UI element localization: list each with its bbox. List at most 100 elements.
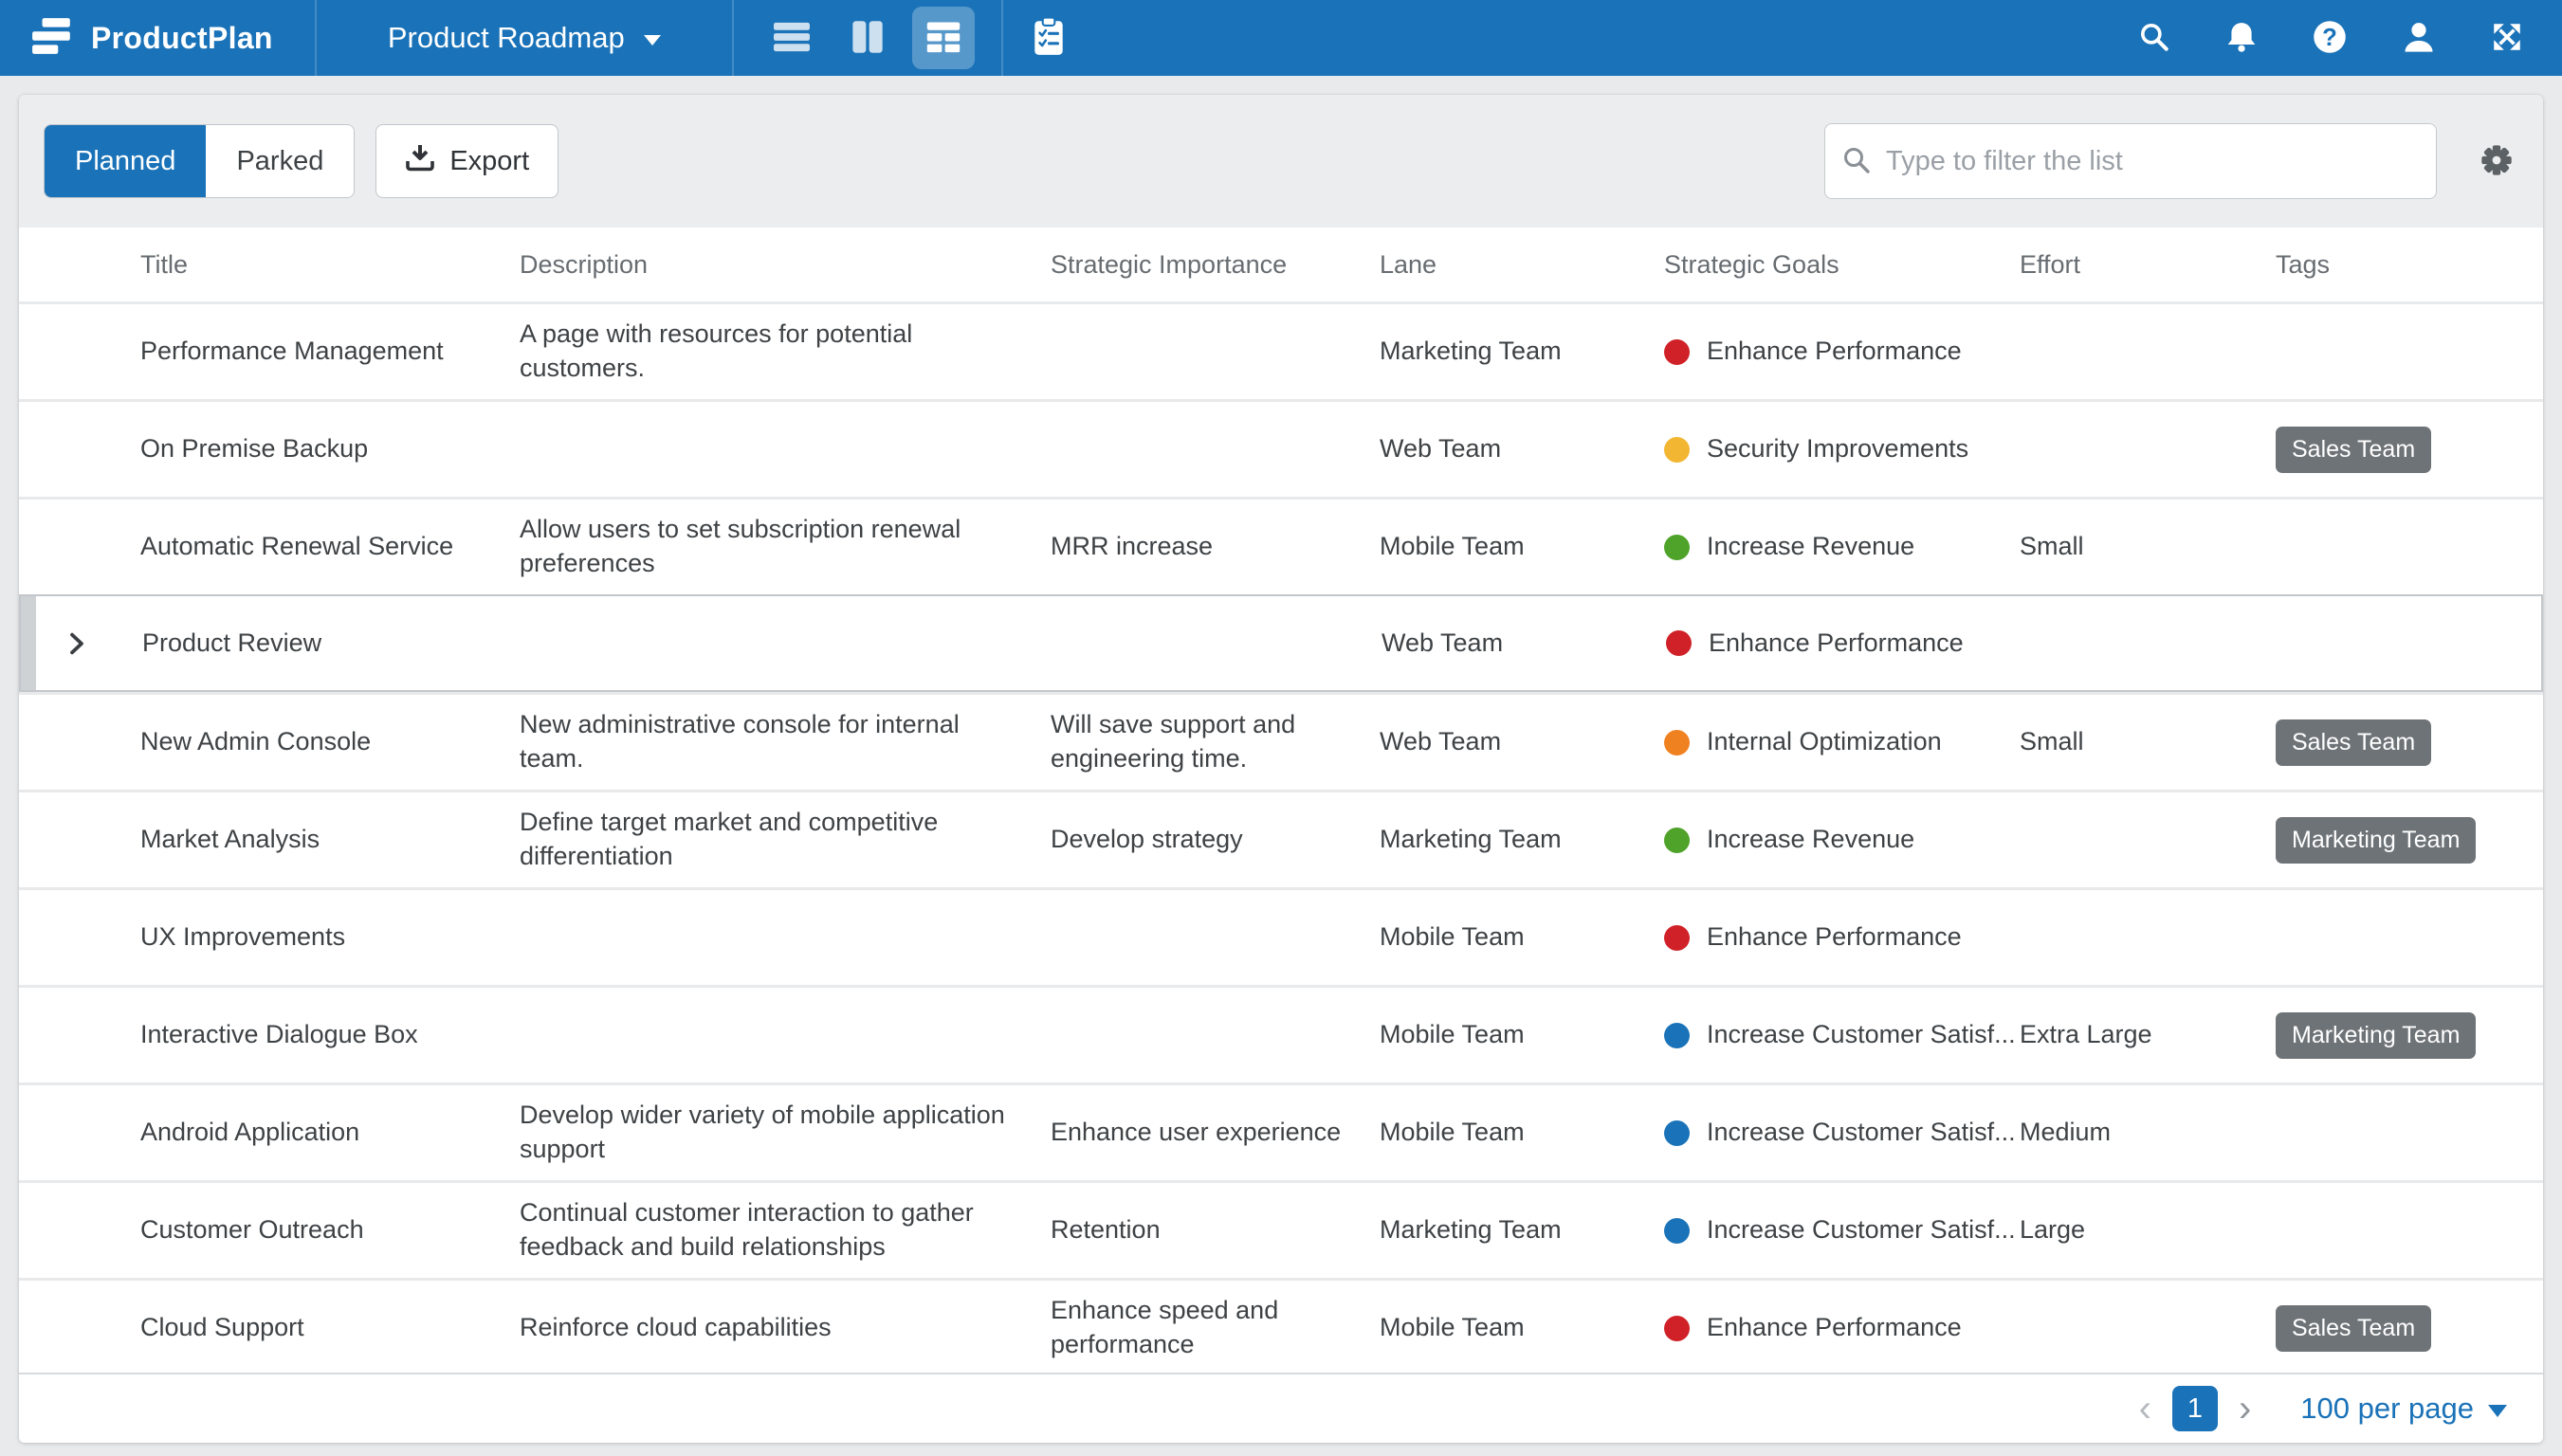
row-tags: Sales Team — [2276, 719, 2543, 766]
column-header-strategic-importance[interactable]: Strategic Importance — [1051, 250, 1380, 280]
goal-color-dot — [1664, 339, 1690, 365]
table-row[interactable]: New Admin Console New administrative con… — [19, 692, 2543, 790]
table-footer: ‹ 1 › 100 per page — [19, 1373, 2543, 1443]
row-strategic-goal: Security Improvements — [1664, 432, 2020, 466]
table-row[interactable]: Market Analysis Define target market and… — [19, 790, 2543, 887]
goal-color-dot — [1664, 437, 1690, 463]
column-header-tags[interactable]: Tags — [2276, 250, 2543, 280]
row-strategic-importance: Retention — [1051, 1213, 1380, 1247]
tag-badge: Marketing Team — [2276, 817, 2476, 864]
column-header-strategic-goals[interactable]: Strategic Goals — [1664, 250, 2020, 280]
row-title: Customer Outreach — [140, 1213, 520, 1247]
row-title: Market Analysis — [140, 823, 520, 857]
table-header: Title Description Strategic Importance L… — [19, 228, 2543, 301]
goal-color-dot — [1664, 1218, 1690, 1244]
goal-label: Increase Customer Satisf... — [1707, 1018, 2016, 1052]
goal-label: Increase Customer Satisf... — [1707, 1213, 2016, 1247]
export-label: Export — [449, 146, 529, 177]
table-body: Performance Management A page with resou… — [19, 301, 2543, 1373]
goal-label: Enhance Performance — [1709, 627, 1964, 661]
notifications-button[interactable] — [2224, 20, 2259, 57]
table-row[interactable]: Android Application Develop wider variet… — [19, 1083, 2543, 1180]
table-row[interactable]: Automatic Renewal Service Allow users to… — [19, 497, 2543, 594]
row-tags: Sales Team — [2276, 427, 2543, 473]
planning-board-button[interactable] — [1032, 17, 1066, 60]
row-effort: Small — [2020, 530, 2276, 564]
search-icon — [2137, 20, 2171, 57]
row-lane: Mobile Team — [1380, 1311, 1664, 1345]
goal-label: Enhance Performance — [1707, 920, 1962, 955]
row-description: A page with resources for potential cust… — [520, 318, 1051, 385]
row-lane: Marketing Team — [1380, 823, 1664, 857]
row-lane: Mobile Team — [1380, 920, 1664, 955]
roadmap-selector[interactable]: Product Roadmap — [317, 0, 732, 76]
table-row[interactable]: Cloud Support Reinforce cloud capabiliti… — [19, 1278, 2543, 1373]
planned-tab[interactable]: Planned — [45, 125, 206, 197]
tag-badge: Marketing Team — [2276, 1012, 2476, 1059]
row-strategic-goal: Enhance Performance — [1664, 920, 2020, 955]
next-page-button[interactable]: › — [2239, 1390, 2251, 1428]
tag-badge: Sales Team — [2276, 427, 2431, 473]
view-switcher — [734, 0, 1001, 76]
table-view-button[interactable] — [912, 7, 975, 69]
row-title: Product Review — [142, 627, 522, 661]
table-row[interactable]: Performance Management A page with resou… — [19, 301, 2543, 399]
row-description: Continual customer interaction to gather… — [520, 1196, 1051, 1264]
goal-label: Security Improvements — [1707, 432, 1968, 466]
goal-color-dot — [1664, 730, 1690, 755]
current-page-button[interactable]: 1 — [2172, 1386, 2218, 1431]
row-lane: Mobile Team — [1380, 1018, 1664, 1052]
table-toolbar: Planned Parked Export — [19, 95, 2543, 228]
row-tags: Sales Team — [2276, 1305, 2543, 1352]
column-header-effort[interactable]: Effort — [2020, 250, 2276, 280]
table-settings-button[interactable] — [2475, 138, 2518, 185]
global-search-button[interactable] — [2137, 20, 2171, 57]
column-header-description[interactable]: Description — [520, 250, 1051, 280]
filter-input[interactable] — [1824, 123, 2437, 199]
tag-badge: Sales Team — [2276, 719, 2431, 766]
help-button[interactable]: ? — [2312, 19, 2348, 58]
goal-label: Internal Optimization — [1707, 725, 1942, 759]
row-tags: Marketing Team — [2276, 817, 2543, 864]
chevron-down-icon — [2488, 1405, 2507, 1417]
account-button[interactable] — [2401, 19, 2437, 58]
row-strategic-goal: Increase Customer Satisf... — [1664, 1116, 2020, 1150]
table-row[interactable]: Customer Outreach Continual customer int… — [19, 1180, 2543, 1278]
list-view-icon — [774, 19, 810, 58]
goal-label: Enhance Performance — [1707, 1311, 1962, 1345]
per-page-selector[interactable]: 100 per page — [2300, 1392, 2507, 1426]
column-header-lane[interactable]: Lane — [1380, 250, 1664, 280]
columns-view-icon — [850, 19, 886, 58]
chevron-down-icon — [644, 35, 661, 46]
row-lane: Mobile Team — [1380, 1116, 1664, 1150]
previous-page-button[interactable]: ‹ — [2139, 1390, 2151, 1428]
table-row[interactable]: UX Improvements Mobile Team Enhance Perf… — [19, 887, 2543, 985]
row-title: Interactive Dialogue Box — [140, 1018, 520, 1052]
timeline-view-button[interactable] — [836, 7, 899, 69]
parked-tab[interactable]: Parked — [206, 125, 354, 197]
goal-label: Increase Revenue — [1707, 530, 1914, 564]
row-effort: Extra Large — [2020, 1018, 2276, 1052]
row-strategic-goal: Increase Revenue — [1664, 530, 2020, 564]
row-effort: Medium — [2020, 1116, 2276, 1150]
goal-color-dot — [1664, 1023, 1690, 1048]
nav-actions: ? — [2137, 0, 2562, 76]
expand-chevron[interactable] — [21, 629, 142, 658]
goal-color-dot — [1664, 1316, 1690, 1341]
row-strategic-importance: Develop strategy — [1051, 823, 1380, 857]
table-view-icon — [924, 19, 962, 58]
expand-arrows-icon — [2490, 20, 2524, 57]
expand-button[interactable] — [2490, 20, 2524, 57]
row-title: Cloud Support — [140, 1311, 520, 1345]
row-title: New Admin Console — [140, 725, 520, 759]
export-button[interactable]: Export — [375, 124, 558, 198]
table-row[interactable]: Interactive Dialogue Box Mobile Team Inc… — [19, 985, 2543, 1083]
goal-color-dot — [1664, 535, 1690, 560]
table-row[interactable]: Product Review Web Team Enhance Performa… — [19, 594, 2543, 692]
table-row[interactable]: On Premise Backup Web Team Security Impr… — [19, 399, 2543, 497]
row-description: New administrative console for internal … — [520, 708, 1051, 775]
list-view-button[interactable] — [760, 7, 823, 69]
goal-color-dot — [1664, 828, 1690, 853]
column-header-title[interactable]: Title — [140, 250, 520, 280]
bell-icon — [2224, 20, 2259, 57]
